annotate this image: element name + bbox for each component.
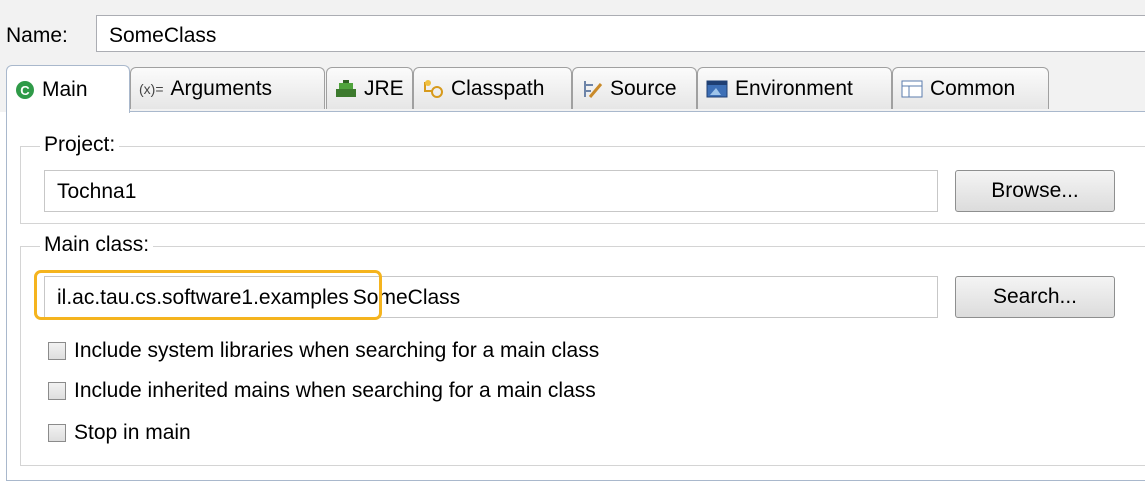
tab-label: Common xyxy=(930,76,1016,100)
name-label: Name: xyxy=(6,24,68,47)
tab-arguments[interactable]: (x)= Arguments xyxy=(130,67,325,109)
tab-label: Source xyxy=(610,76,677,100)
tab-label: Main xyxy=(42,77,88,101)
tab-label: Arguments xyxy=(170,76,273,100)
classpath-icon xyxy=(424,79,443,98)
environment-icon xyxy=(706,80,728,97)
checkbox-label: Stop in main xyxy=(74,421,191,444)
checkbox-label: Include system libraries when searching … xyxy=(74,339,600,362)
project-input[interactable]: Tochna1 xyxy=(44,170,938,212)
main-class-group-title: Main class: xyxy=(40,233,154,257)
include-system-libraries-option[interactable]: Include system libraries when searching … xyxy=(48,339,599,363)
svg-text:C: C xyxy=(20,83,30,98)
tab-bar: C Main (x)= Arguments JRE Classpath Sour… xyxy=(0,62,1145,113)
common-icon xyxy=(901,80,923,97)
checkbox-label: Include inherited mains when searching f… xyxy=(74,379,596,402)
stop-in-main-option[interactable]: Stop in main xyxy=(48,421,191,445)
name-row: Name: SomeClass xyxy=(0,0,1145,62)
include-system-libraries-checkbox[interactable] xyxy=(48,342,66,360)
tab-label: Environment xyxy=(735,76,853,100)
tab-environment[interactable]: Environment xyxy=(697,67,892,109)
tab-jre[interactable]: JRE xyxy=(326,67,413,109)
main-class-icon: C xyxy=(16,80,34,99)
source-icon xyxy=(584,80,603,98)
include-inherited-mains-checkbox[interactable] xyxy=(48,382,66,400)
browse-button[interactable]: Browse... xyxy=(955,170,1115,212)
project-group-title: Project: xyxy=(40,133,120,157)
tab-common[interactable]: Common xyxy=(892,67,1049,109)
arguments-icon: (x)= xyxy=(139,80,164,97)
tab-label: JRE xyxy=(364,76,404,100)
package-highlight-box xyxy=(34,270,382,320)
tab-label: Classpath xyxy=(451,76,545,100)
tab-classpath[interactable]: Classpath xyxy=(413,67,572,109)
jre-icon xyxy=(336,79,356,97)
search-button[interactable]: Search... xyxy=(955,276,1115,318)
name-input[interactable]: SomeClass xyxy=(96,15,1145,52)
stop-in-main-checkbox[interactable] xyxy=(48,424,66,442)
include-inherited-mains-option[interactable]: Include inherited mains when searching f… xyxy=(48,379,596,403)
tab-source[interactable]: Source xyxy=(572,67,697,109)
tab-main[interactable]: C Main xyxy=(6,65,130,113)
